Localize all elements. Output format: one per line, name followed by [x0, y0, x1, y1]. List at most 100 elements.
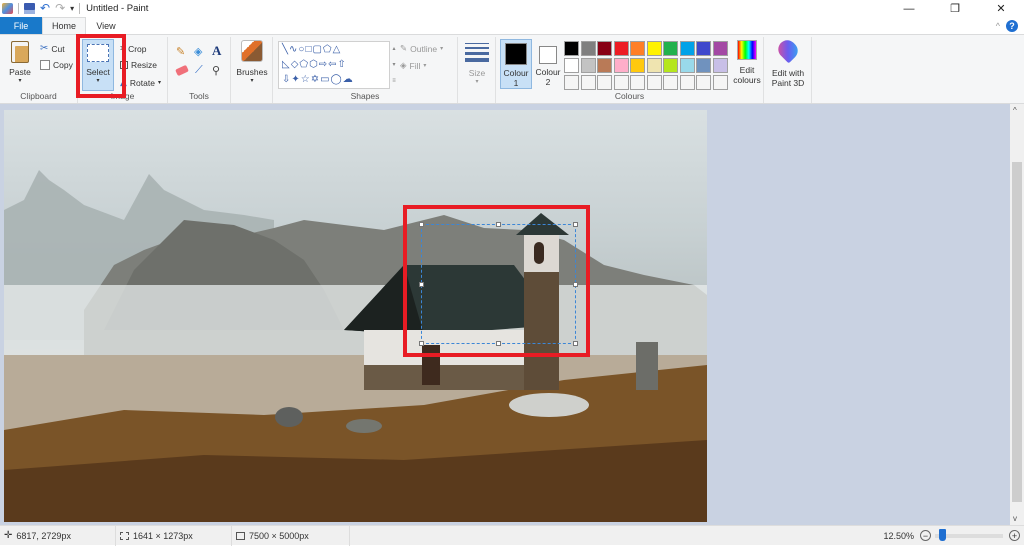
- zoom-slider-thumb[interactable]: [939, 528, 947, 541]
- palette-swatch[interactable]: [564, 58, 579, 73]
- minimize-button[interactable]: —: [886, 0, 932, 17]
- palette-swatch[interactable]: [679, 41, 695, 56]
- palette-swatch[interactable]: [646, 58, 662, 73]
- canvas-image[interactable]: [4, 110, 707, 522]
- size-label: Size: [468, 68, 486, 78]
- shapes-row-1[interactable]: ╲∿○□▢⬠△: [282, 42, 389, 57]
- scroll-down-icon[interactable]: v: [1013, 514, 1017, 523]
- palette-swatch[interactable]: [613, 75, 629, 90]
- shapes-row-3[interactable]: ⇩✦☆✡▭◯☁: [282, 72, 389, 87]
- palette-swatch[interactable]: [696, 75, 711, 90]
- image-size-text: 7500 × 5000px: [249, 530, 309, 541]
- undo-icon[interactable]: ↶: [40, 2, 50, 14]
- vertical-scrollbar[interactable]: ^ v: [1010, 104, 1024, 525]
- tab-home[interactable]: Home: [42, 17, 86, 34]
- collapse-ribbon-icon[interactable]: ^: [996, 21, 1000, 31]
- outline-button[interactable]: ✎ Outline ▾: [400, 43, 443, 54]
- palette-swatch[interactable]: [597, 41, 612, 56]
- palette-swatch[interactable]: [663, 58, 678, 73]
- zoom-in-button[interactable]: +: [1009, 530, 1020, 541]
- copy-button[interactable]: Copy: [40, 60, 73, 70]
- customize-qa-icon[interactable]: ▾: [70, 4, 74, 13]
- scrollbar-thumb[interactable]: [1012, 162, 1022, 502]
- size-button[interactable]: Size ▾: [462, 43, 492, 85]
- outline-label: Outline: [410, 43, 438, 54]
- fill-button[interactable]: ◈ Fill ▾: [400, 60, 426, 71]
- cut-button[interactable]: ✂ Cut: [40, 43, 65, 54]
- palette-swatch[interactable]: [597, 58, 612, 73]
- palette-swatch[interactable]: [630, 41, 645, 56]
- palette-swatch[interactable]: [712, 75, 728, 90]
- paint3d-label: Edit with: [771, 68, 805, 78]
- image-size: 7500 × 5000px: [232, 525, 350, 546]
- tab-view[interactable]: View: [86, 17, 126, 34]
- magnifier-icon[interactable]: ⚲: [212, 64, 220, 77]
- eraser-icon[interactable]: [175, 64, 189, 77]
- redo-icon[interactable]: ↷: [55, 2, 65, 14]
- palette-swatch[interactable]: [564, 75, 579, 90]
- palette-swatch[interactable]: [630, 58, 645, 73]
- color-picker-icon[interactable]: ⟋: [195, 64, 203, 77]
- palette-swatch[interactable]: [613, 58, 629, 73]
- selection-handle[interactable]: [573, 222, 578, 227]
- palette-swatch[interactable]: [646, 41, 662, 56]
- close-button[interactable]: ✕: [978, 0, 1024, 17]
- tab-file[interactable]: File: [0, 17, 42, 34]
- brushes-button[interactable]: Brushes ▾: [234, 40, 270, 84]
- selection-rectangle[interactable]: [419, 222, 578, 346]
- pencil-icon[interactable]: ✎: [176, 45, 185, 58]
- chevron-down-icon: ▾: [157, 80, 161, 86]
- selection-handle[interactable]: [419, 282, 424, 287]
- maximize-button[interactable]: ❐: [932, 0, 978, 17]
- divider: [18, 3, 19, 14]
- tools-group-label: Tools: [189, 91, 209, 101]
- palette-swatch[interactable]: [630, 75, 645, 90]
- cut-label: Cut: [51, 43, 65, 54]
- selection-handle[interactable]: [573, 341, 578, 346]
- help-icon[interactable]: ?: [1006, 20, 1018, 32]
- scissors-icon: ✂: [40, 43, 49, 54]
- zoom-slider[interactable]: [935, 528, 1003, 541]
- selection-handle[interactable]: [496, 222, 501, 227]
- shapes-scroll[interactable]: ▴ ▾ ≡: [390, 41, 398, 89]
- palette-swatch[interactable]: [679, 58, 695, 73]
- palette-swatch[interactable]: [580, 41, 596, 56]
- palette-swatch[interactable]: [580, 75, 596, 90]
- palette-swatch[interactable]: [696, 58, 711, 73]
- palette-swatch[interactable]: [564, 41, 579, 56]
- fill-label: Fill: [409, 60, 421, 71]
- rotate-button[interactable]: ◭ Rotate ▾: [120, 77, 161, 88]
- palette-swatch[interactable]: [679, 75, 695, 90]
- palette-swatch[interactable]: [712, 41, 728, 56]
- selection-handle[interactable]: [573, 282, 578, 287]
- edit-colours-button[interactable]: Edit colours: [730, 40, 764, 85]
- save-icon[interactable]: [24, 3, 35, 14]
- text-icon[interactable]: A: [212, 43, 221, 59]
- paste-button[interactable]: Paste ▾: [5, 41, 35, 84]
- palette-swatch[interactable]: [646, 75, 662, 90]
- palette-swatch[interactable]: [663, 41, 678, 56]
- selection-handle[interactable]: [496, 341, 501, 346]
- zoom-out-button[interactable]: −: [920, 530, 931, 541]
- colour2-button[interactable]: Colour 2: [534, 39, 562, 89]
- palette-swatch[interactable]: [613, 41, 629, 56]
- paste-label: Paste: [9, 67, 31, 77]
- palette-swatch[interactable]: [712, 58, 728, 73]
- rock-2: [346, 419, 382, 433]
- chevron-down-icon: ▾: [440, 46, 444, 52]
- scroll-up-icon[interactable]: ^: [1013, 106, 1017, 115]
- colour1-button[interactable]: Colour 1: [500, 39, 532, 89]
- rotate-label: Rotate: [129, 77, 155, 88]
- palette-swatch[interactable]: [663, 75, 678, 90]
- fill-bucket-icon[interactable]: ◈: [194, 45, 202, 58]
- selection-handle[interactable]: [419, 341, 424, 346]
- palette-swatch[interactable]: [696, 41, 711, 56]
- shapes-group-label: Shapes: [350, 91, 380, 101]
- selection-handle[interactable]: [419, 222, 424, 227]
- palette-swatch[interactable]: [597, 75, 612, 90]
- shapes-row-2[interactable]: ◺◇⬠⬡⇨⇦⇧: [282, 57, 389, 72]
- edit-with-paint3d-button[interactable]: Edit with Paint 3D: [766, 36, 810, 88]
- palette-swatch[interactable]: [580, 58, 596, 73]
- crop-label: Crop: [128, 43, 147, 54]
- colour2-swatch: [539, 46, 557, 64]
